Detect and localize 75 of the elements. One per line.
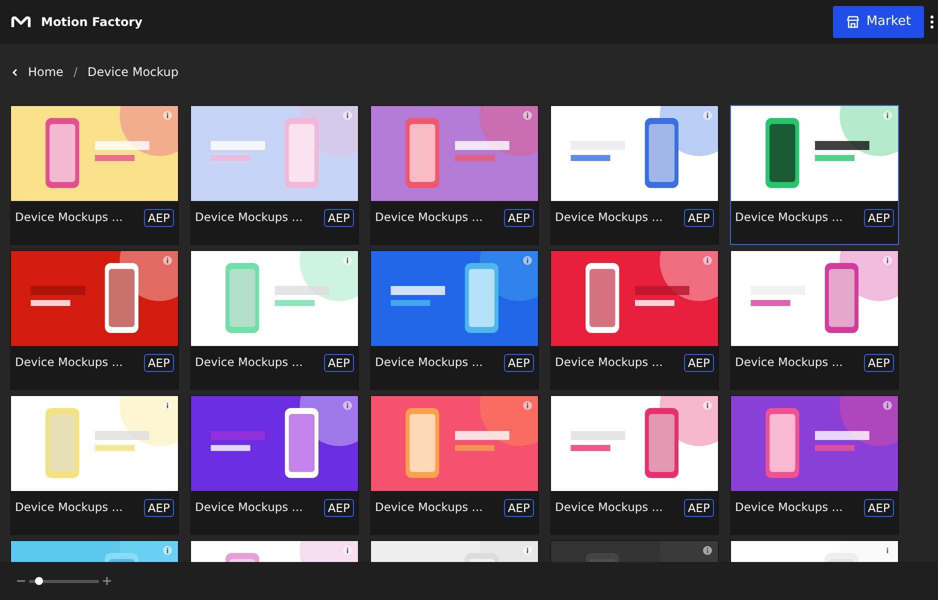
template-card[interactable]: Device Mockups ... AEP [370, 105, 539, 245]
info-icon[interactable] [343, 546, 352, 555]
info-icon[interactable] [703, 111, 712, 120]
format-tag: AEP [684, 209, 714, 227]
info-icon[interactable] [703, 546, 712, 555]
template-card[interactable]: Device Mockups ... AEP [730, 105, 899, 245]
info-icon[interactable] [163, 546, 172, 555]
market-button[interactable]: Market [833, 6, 924, 38]
card-title: Device Mockups ... [195, 499, 303, 516]
back-icon[interactable] [12, 68, 18, 76]
format-tag: AEP [684, 499, 714, 517]
format-tag: AEP [504, 209, 534, 227]
template-card[interactable]: Device Mockups ... AEP [730, 395, 899, 535]
zoom-in-icon[interactable] [103, 577, 111, 585]
info-icon[interactable] [343, 111, 352, 120]
info-icon[interactable] [523, 546, 532, 555]
format-tag: AEP [324, 499, 354, 517]
card-title: Device Mockups ... [555, 354, 663, 371]
card-title: Device Mockups ... [735, 209, 843, 226]
template-card[interactable]: Device Mockups ... AEP [550, 250, 719, 390]
template-card[interactable]: Device Mockups ... AEP [10, 395, 179, 535]
logo-icon [10, 14, 32, 30]
zoom-slider[interactable] [29, 577, 99, 585]
info-icon[interactable] [883, 401, 892, 410]
format-tag: AEP [504, 354, 534, 372]
format-tag: AEP [144, 499, 174, 517]
info-icon[interactable] [163, 256, 172, 265]
info-icon[interactable] [343, 401, 352, 410]
template-card[interactable]: Device Mockups ... AEP [370, 395, 539, 535]
breadcrumb-link[interactable]: Home [28, 63, 64, 81]
card-title: Device Mockups ... [735, 354, 843, 371]
card-title: Device Mockups ... [375, 354, 483, 371]
info-icon[interactable] [883, 111, 892, 120]
info-icon[interactable] [703, 256, 712, 265]
card-title: Device Mockups ... [555, 499, 663, 516]
breadcrumb-link[interactable]: Device Mockup [87, 63, 178, 81]
template-card[interactable]: Device Mockups ... AEP [550, 395, 719, 535]
info-icon[interactable] [343, 256, 352, 265]
info-icon[interactable] [163, 111, 172, 120]
info-icon[interactable] [703, 401, 712, 410]
format-tag: AEP [684, 354, 714, 372]
info-icon[interactable] [523, 111, 532, 120]
card-title: Device Mockups ... [375, 499, 483, 516]
card-title: Device Mockups ... [735, 499, 843, 516]
breadcrumb-separator: / [73, 64, 78, 81]
template-card[interactable]: Device Mockups ... AEP [730, 250, 899, 390]
card-title: Device Mockups ... [15, 354, 123, 371]
card-title: Device Mockups ... [15, 499, 123, 516]
format-tag: AEP [864, 499, 894, 517]
card-title: Device Mockups ... [195, 354, 303, 371]
store-icon [846, 15, 860, 29]
format-tag: AEP [144, 209, 174, 227]
info-icon[interactable] [523, 256, 532, 265]
card-title: Device Mockups ... [555, 209, 663, 226]
template-card[interactable]: Device Mockups ... AEP [370, 250, 539, 390]
info-icon[interactable] [163, 401, 172, 410]
template-card[interactable]: Device Mockups ... AEP [550, 105, 719, 245]
format-tag: AEP [864, 354, 894, 372]
info-icon[interactable] [883, 256, 892, 265]
format-tag: AEP [864, 209, 894, 227]
format-tag: AEP [504, 499, 534, 517]
template-card[interactable]: Device Mockups ... AEP [190, 395, 359, 535]
format-tag: AEP [324, 209, 354, 227]
info-icon[interactable] [523, 401, 532, 410]
more-icon[interactable] [930, 15, 934, 29]
card-title: Device Mockups ... [15, 209, 123, 226]
app-title: Motion Factory [41, 14, 142, 31]
template-card[interactable]: Device Mockups ... AEP [10, 250, 179, 390]
card-title: Device Mockups ... [375, 209, 483, 226]
template-card[interactable]: Device Mockups ... AEP [190, 105, 359, 245]
template-card[interactable]: Device Mockups ... AEP [190, 250, 359, 390]
format-tag: AEP [324, 354, 354, 372]
template-card[interactable]: Device Mockups ... AEP [10, 105, 179, 245]
format-tag: AEP [144, 354, 174, 372]
card-title: Device Mockups ... [195, 209, 303, 226]
